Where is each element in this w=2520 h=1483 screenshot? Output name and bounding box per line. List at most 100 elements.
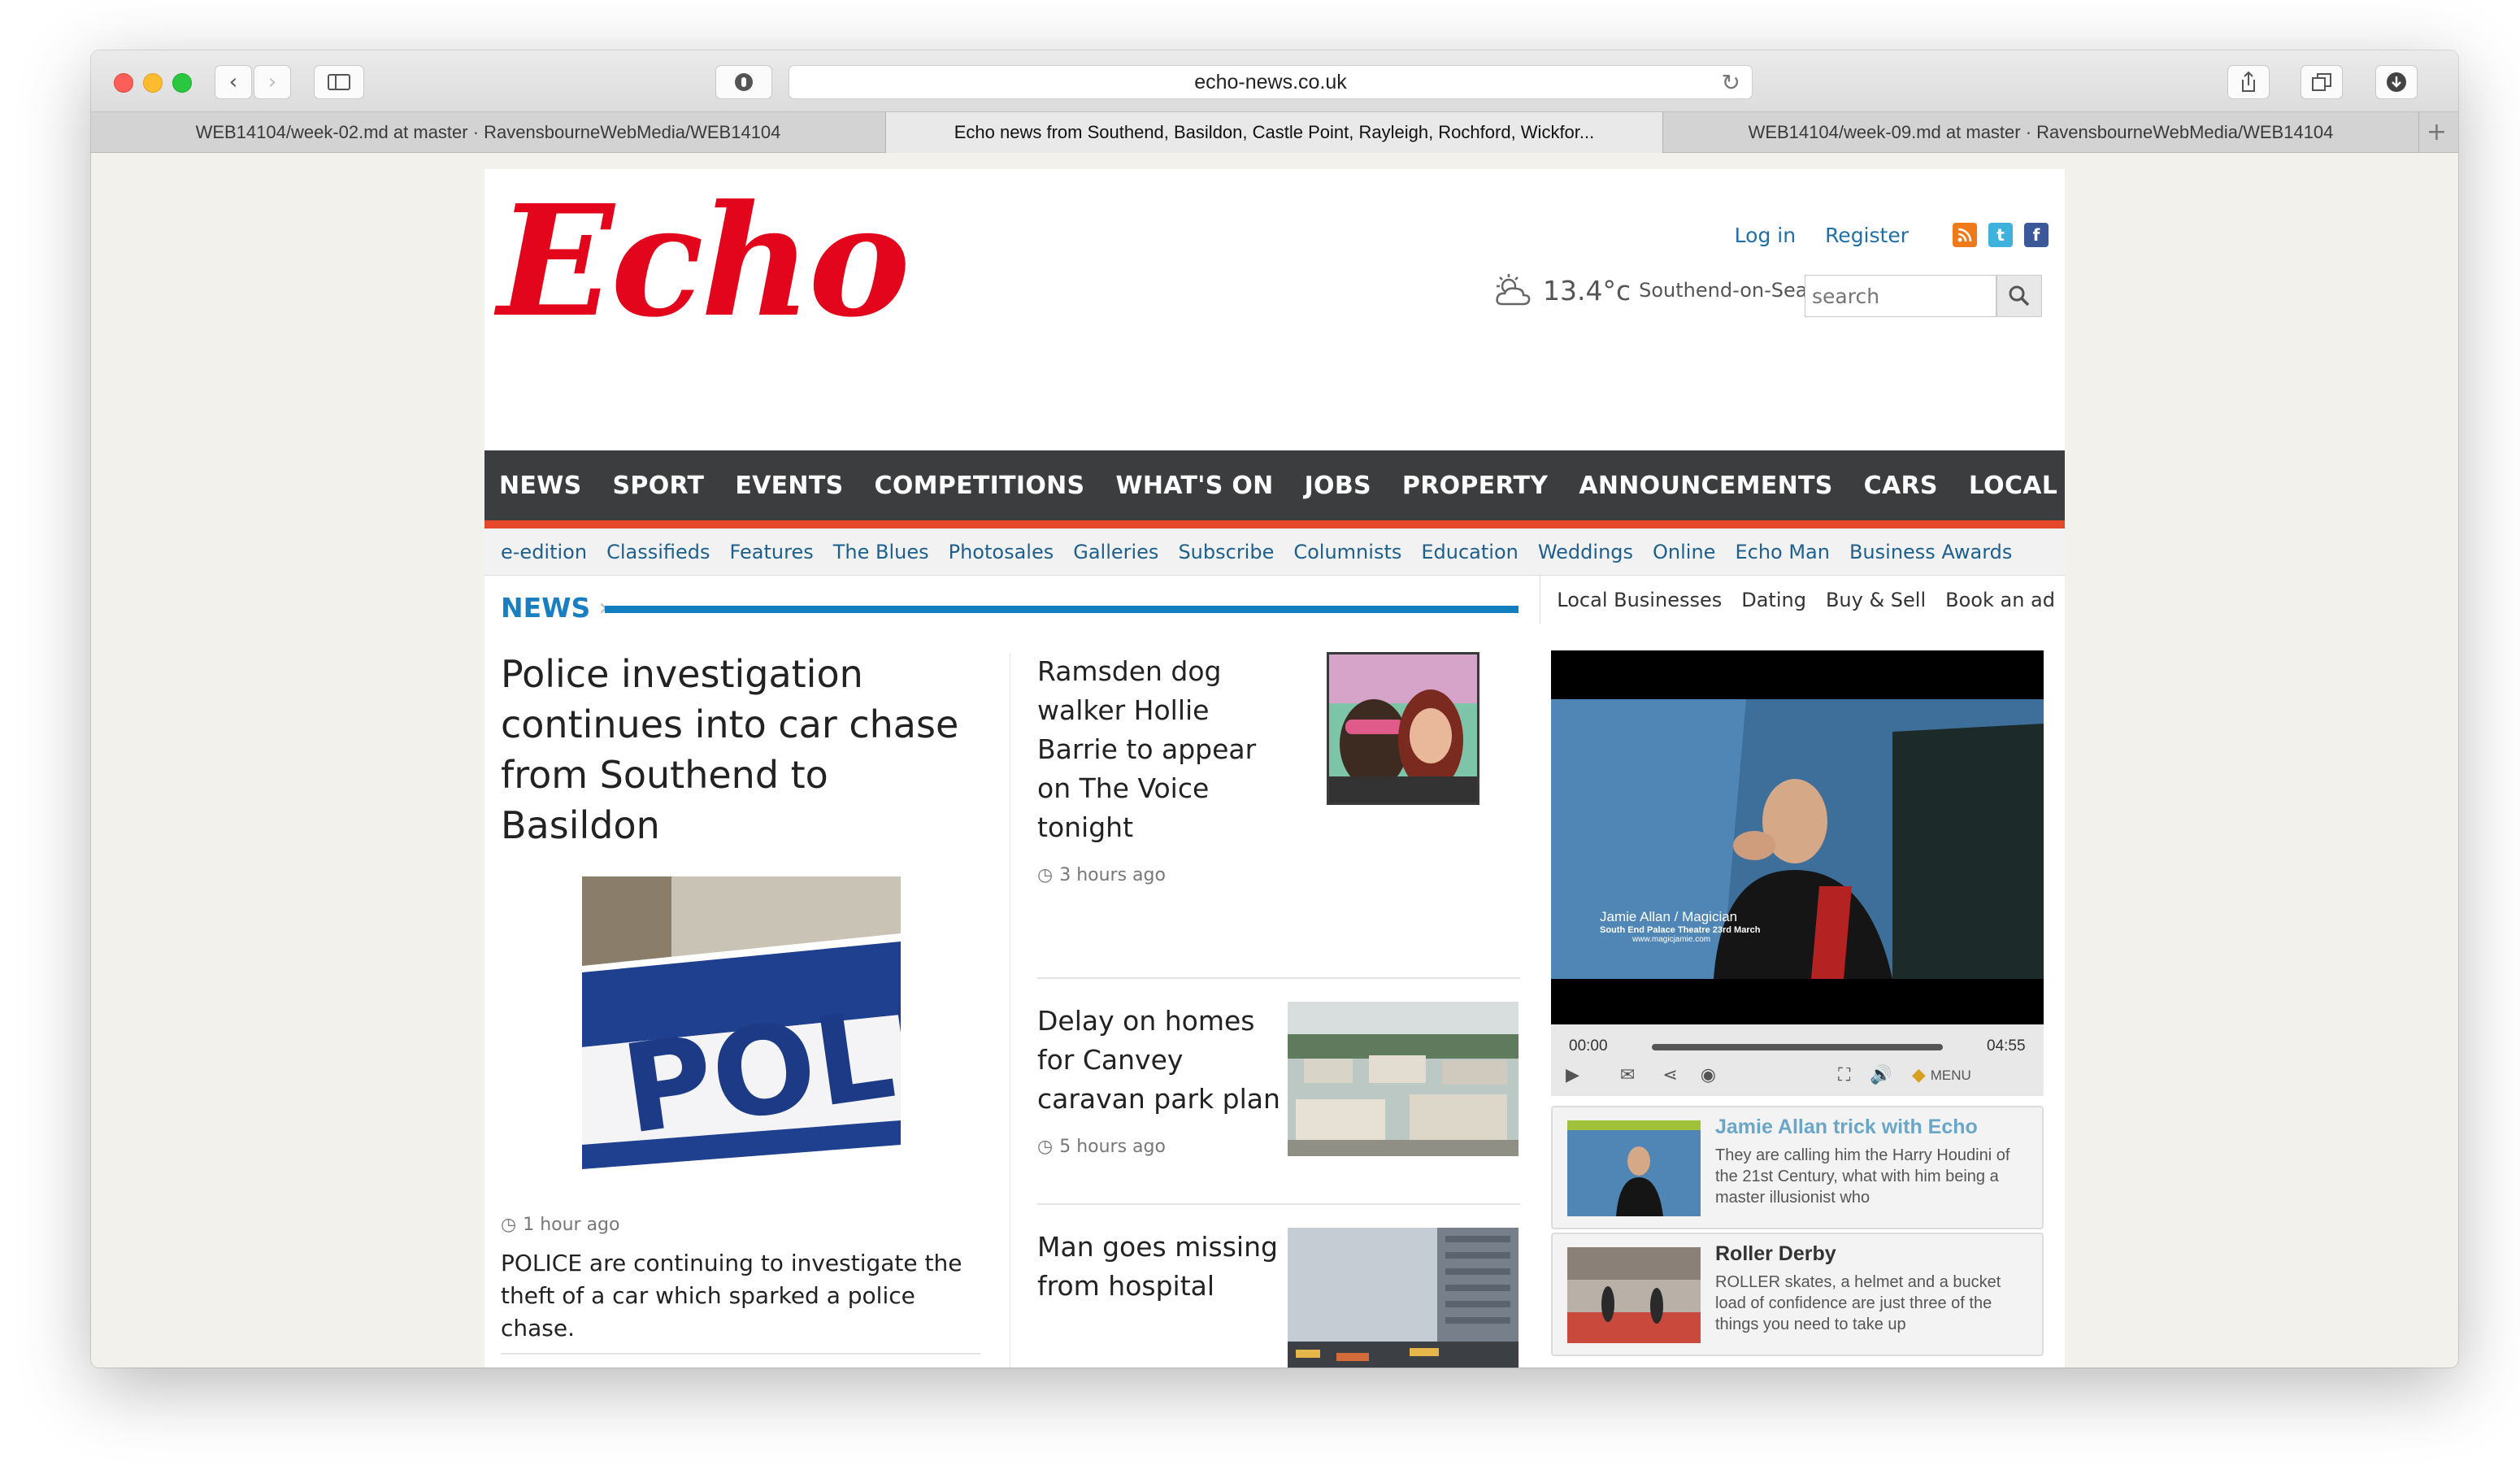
weather-widget: 13.4°c Southend-on-Sea xyxy=(1492,273,1807,307)
story-divider xyxy=(1037,1203,1520,1205)
menu-icon[interactable]: ◆ xyxy=(1912,1065,1926,1085)
close-window-button[interactable] xyxy=(114,73,133,93)
subnav-features[interactable]: Features xyxy=(730,541,814,563)
subnav-the-blues[interactable]: The Blues xyxy=(833,541,929,563)
playlist-thumbnail[interactable] xyxy=(1567,1247,1701,1343)
lead-story-headline[interactable]: Police investigation continues into car … xyxy=(501,649,985,850)
zoom-window-button[interactable] xyxy=(172,73,192,93)
share-icon[interactable]: ⋖ xyxy=(1662,1065,1677,1085)
minimize-window-button[interactable] xyxy=(143,73,163,93)
register-link[interactable]: Register xyxy=(1825,224,1909,247)
tab-label: WEB14104/week-09.md at master · Ravensbo… xyxy=(1748,122,2334,142)
menu-label[interactable]: MENU xyxy=(1931,1068,1971,1084)
subnav-photosales[interactable]: Photosales xyxy=(949,541,1054,563)
video-caption-venue: South End Palace Theatre 23rd March xyxy=(1600,925,1761,935)
duration: 04:55 xyxy=(1987,1037,2026,1055)
tab-week-09[interactable]: WEB14104/week-09.md at master · Ravensbo… xyxy=(1663,112,2419,153)
clock-icon: ◷ xyxy=(1037,1137,1054,1157)
partly-cloudy-icon xyxy=(1496,274,1531,306)
video-caption-name: Jamie Allan / Magician xyxy=(1600,909,1738,924)
nav-news[interactable]: NEWS xyxy=(499,472,582,500)
video-caption-url: www.magicjamie.com xyxy=(1632,935,1711,944)
sidebar-icon xyxy=(328,74,350,90)
news-section-heading[interactable]: NEWS › xyxy=(501,592,608,624)
subnav-subscribe[interactable]: Subscribe xyxy=(1178,541,1274,563)
story-card[interactable]: Man goes missing from hospital xyxy=(1037,1228,1520,1368)
story-thumbnail[interactable] xyxy=(1288,1002,1519,1156)
new-tab-button[interactable]: + xyxy=(2419,112,2458,152)
facebook-icon[interactable]: f xyxy=(2024,223,2049,247)
story-time: ◷ 3 hours ago xyxy=(1037,865,1166,885)
rss-icon[interactable] xyxy=(1953,223,1977,247)
subnav-book-an-ad[interactable]: Book an ad xyxy=(1945,589,2055,611)
story-headline[interactable]: Delay on homes for Canvey caravan park p… xyxy=(1037,1002,1281,1119)
story-headline[interactable]: Man goes missing from hospital xyxy=(1037,1228,1281,1306)
lead-story-image[interactable]: POLICE xyxy=(582,876,901,1194)
seek-bar[interactable] xyxy=(1652,1044,1943,1050)
story-card[interactable]: Delay on homes for Canvey caravan park p… xyxy=(1037,1002,1520,1197)
fullscreen-icon[interactable]: ⛶ xyxy=(1838,1065,1850,1085)
nav-announcements[interactable]: ANNOUNCEMENTS xyxy=(1579,472,1832,500)
shield-icon xyxy=(735,73,753,91)
subnav-columnists[interactable]: Columnists xyxy=(1293,541,1401,563)
story-headline[interactable]: Ramsden dog walker Hollie Barrie to appe… xyxy=(1037,652,1281,847)
subnav-dating[interactable]: Dating xyxy=(1741,589,1806,611)
subnav-online[interactable]: Online xyxy=(1653,541,1715,563)
tab-label: WEB14104/week-02.md at master · Ravensbo… xyxy=(195,122,781,142)
share-button[interactable] xyxy=(2227,65,2270,99)
story-thumbnail[interactable] xyxy=(1327,652,1479,805)
nav-jobs[interactable]: JOBS xyxy=(1305,472,1371,500)
subnav-education[interactable]: Education xyxy=(1421,541,1518,563)
nav-whats-on[interactable]: WHAT'S ON xyxy=(1115,472,1273,500)
echo-logo[interactable]: Echo xyxy=(497,185,910,338)
forward-button[interactable]: › xyxy=(254,65,291,99)
playlist-thumbnail[interactable] xyxy=(1567,1120,1701,1216)
nav-cars[interactable]: CARS xyxy=(1864,472,1938,500)
twitter-icon[interactable]: t xyxy=(1988,223,2013,247)
subnav-buy-sell[interactable]: Buy & Sell xyxy=(1826,589,1926,611)
playlist-title[interactable]: Roller Derby xyxy=(1715,1242,1836,1266)
current-time: 00:00 xyxy=(1569,1037,1608,1055)
email-icon[interactable]: ✉ xyxy=(1620,1065,1635,1085)
subnav-local-businesses[interactable]: Local Businesses xyxy=(1557,589,1722,611)
story-card[interactable]: Ramsden dog walker Hollie Barrie to appe… xyxy=(1037,652,1520,929)
tab-overview-button[interactable] xyxy=(2301,65,2343,99)
subnav-echo-man[interactable]: Echo Man xyxy=(1735,541,1830,563)
subnav-e-edition[interactable]: e-edition xyxy=(501,541,587,563)
search-button[interactable] xyxy=(1996,275,2042,317)
subnav-business-awards[interactable]: Business Awards xyxy=(1849,541,2012,563)
main-navigation: NEWS SPORT EVENTS COMPETITIONS WHAT'S ON… xyxy=(484,450,2065,528)
tab-echo-news[interactable]: Echo news from Southend, Basildon, Castl… xyxy=(886,112,1663,153)
login-link[interactable]: Log in xyxy=(1735,224,1796,247)
downloads-button[interactable] xyxy=(2375,65,2418,99)
chevron-right-icon: › xyxy=(267,70,277,94)
tab-week-02[interactable]: WEB14104/week-02.md at master · Ravensbo… xyxy=(91,112,886,153)
playlist-item[interactable]: Roller Derby ROLLER skates, a helmet and… xyxy=(1551,1233,2044,1356)
playlist-description: They are calling him the Harry Houdini o… xyxy=(1715,1146,2010,1207)
nav-events[interactable]: EVENTS xyxy=(735,472,843,500)
video-player[interactable]: Jamie Allan / Magician South End Palace … xyxy=(1551,650,2044,1096)
video-frame[interactable]: Jamie Allan / Magician South End Palace … xyxy=(1551,699,2044,979)
secondary-navigation: e-edition Classifieds Features The Blues… xyxy=(484,528,2065,576)
reload-icon[interactable]: ↻ xyxy=(1722,69,1740,96)
search-input[interactable] xyxy=(1805,275,1996,317)
nav-property[interactable]: PROPERTY xyxy=(1402,472,1548,500)
sidebar-toggle-button[interactable] xyxy=(314,65,364,99)
play-icon[interactable]: ▶ xyxy=(1566,1065,1579,1085)
back-button[interactable]: ‹ xyxy=(215,65,252,99)
subnav-weddings[interactable]: Weddings xyxy=(1538,541,1633,563)
nav-competitions[interactable]: COMPETITIONS xyxy=(875,472,1085,500)
subnav-classifieds[interactable]: Classifieds xyxy=(606,541,710,563)
playlist-title[interactable]: Jamie Allan trick with Echo xyxy=(1715,1116,1978,1139)
volume-icon[interactable]: 🔊 xyxy=(1870,1065,1892,1085)
story-thumbnail[interactable] xyxy=(1288,1228,1519,1368)
url-text: echo-news.co.uk xyxy=(1194,70,1347,94)
privacy-report-button[interactable] xyxy=(715,65,772,99)
nav-local-info[interactable]: LOCAL INFO xyxy=(1969,472,2065,500)
address-bar[interactable]: echo-news.co.uk ↻ xyxy=(789,65,1753,99)
embed-icon[interactable]: ◉ xyxy=(1701,1065,1716,1085)
lead-story-summary: POLICE are continuing to investigate the… xyxy=(501,1250,962,1342)
nav-sport[interactable]: SPORT xyxy=(613,472,705,500)
subnav-galleries[interactable]: Galleries xyxy=(1073,541,1158,563)
playlist-item[interactable]: Jamie Allan trick with Echo They are cal… xyxy=(1551,1106,2044,1229)
